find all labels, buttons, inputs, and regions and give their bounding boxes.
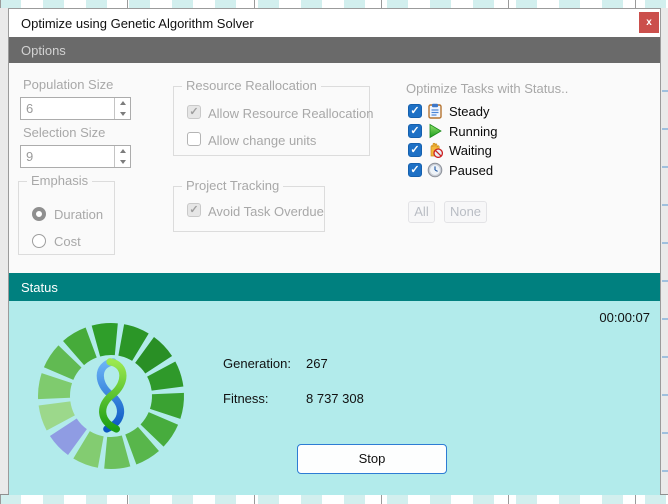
paused-label: Paused <box>449 163 493 178</box>
population-size-value: 6 <box>26 101 33 116</box>
elapsed-time: 00:00:07 <box>599 310 650 325</box>
background-timescale-bottom <box>0 494 668 504</box>
population-size-stepper[interactable]: 6 <box>20 97 131 120</box>
title-bar: Optimize using Genetic Algorithm Solver … <box>9 9 660 37</box>
emphasis-groupbox: Emphasis Duration Cost <box>18 181 115 255</box>
waiting-hand-icon <box>427 142 443 158</box>
genetic-optimizer-dialog: Optimize using Genetic Algorithm Solver … <box>8 8 661 494</box>
allow-change-units-checkbox[interactable] <box>187 132 201 146</box>
generation-value: 267 <box>306 356 328 371</box>
status-panel: 00:00:07 Generation: 267 <box>9 301 660 495</box>
arrow-down-icon <box>120 112 126 116</box>
status-header-label: Status <box>21 280 58 295</box>
selection-size-increment-button[interactable] <box>115 146 130 157</box>
running-label: Running <box>449 124 497 139</box>
cost-radio-label: Cost <box>54 234 81 249</box>
fitness-label: Fitness: <box>223 391 269 406</box>
ring-segment <box>104 436 130 469</box>
arrow-down-icon <box>120 160 126 164</box>
window-title: Optimize using Genetic Algorithm Solver <box>21 16 254 31</box>
project-tracking-title: Project Tracking <box>182 178 283 193</box>
running-checkbox[interactable]: ✓ <box>408 124 422 138</box>
close-icon: x <box>646 17 652 28</box>
clipboard-icon <box>427 103 443 119</box>
steady-checkbox[interactable]: ✓ <box>408 104 422 118</box>
steady-label: Steady <box>449 104 489 119</box>
allow-change-units-label: Allow change units <box>208 133 316 148</box>
arrow-up-icon <box>120 101 126 105</box>
resource-reallocation-groupbox: Resource Reallocation ✓ Allow Resource R… <box>173 86 370 156</box>
stop-button[interactable]: Stop <box>297 444 447 474</box>
none-button[interactable]: None <box>444 201 487 223</box>
duration-radio-label: Duration <box>54 207 103 222</box>
progress-ring <box>30 315 192 477</box>
fitness-value: 8 737 308 <box>306 391 364 406</box>
resource-reallocation-title: Resource Reallocation <box>182 78 321 93</box>
project-tracking-groupbox: Project Tracking ✓ Avoid Task Overdue <box>173 186 325 232</box>
selection-size-stepper[interactable]: 9 <box>20 145 131 168</box>
waiting-checkbox[interactable]: ✓ <box>408 143 422 157</box>
population-size-label: Population Size <box>23 77 113 92</box>
options-panel: Population Size 6 Selection Size 9 Empha… <box>9 63 660 273</box>
avoid-task-overdue-label: Avoid Task Overdue <box>208 204 324 219</box>
clock-icon <box>427 162 443 178</box>
waiting-label: Waiting <box>449 143 492 158</box>
status-section-header: Status <box>9 273 660 301</box>
population-size-increment-button[interactable] <box>115 98 130 109</box>
selection-size-value: 9 <box>26 149 33 164</box>
ring-segment <box>92 323 118 356</box>
avoid-task-overdue-checkbox[interactable]: ✓ <box>187 203 201 217</box>
arrow-up-icon <box>120 149 126 153</box>
generation-label: Generation: <box>223 356 291 371</box>
selection-size-decrement-button[interactable] <box>115 157 130 168</box>
all-button[interactable]: All <box>408 201 435 223</box>
dna-icon <box>100 362 123 429</box>
population-size-decrement-button[interactable] <box>115 109 130 120</box>
background-timescale-top <box>0 0 668 8</box>
allow-resource-reallocation-checkbox[interactable]: ✓ <box>187 105 201 119</box>
emphasis-title: Emphasis <box>27 173 92 188</box>
background-grid-dots <box>662 90 668 476</box>
selection-size-label: Selection Size <box>23 125 105 140</box>
close-button[interactable]: x <box>639 12 659 33</box>
options-header-label: Options <box>21 43 66 58</box>
paused-checkbox[interactable]: ✓ <box>408 163 422 177</box>
options-section-header: Options <box>9 37 660 63</box>
cost-radio[interactable] <box>32 234 46 248</box>
progress-ring-wrap <box>30 315 192 477</box>
task-status-label: Optimize Tasks with Status.. <box>406 81 568 96</box>
allow-resource-reallocation-label: Allow Resource Reallocation <box>208 106 373 121</box>
duration-radio[interactable] <box>32 207 46 221</box>
play-icon <box>427 123 443 139</box>
